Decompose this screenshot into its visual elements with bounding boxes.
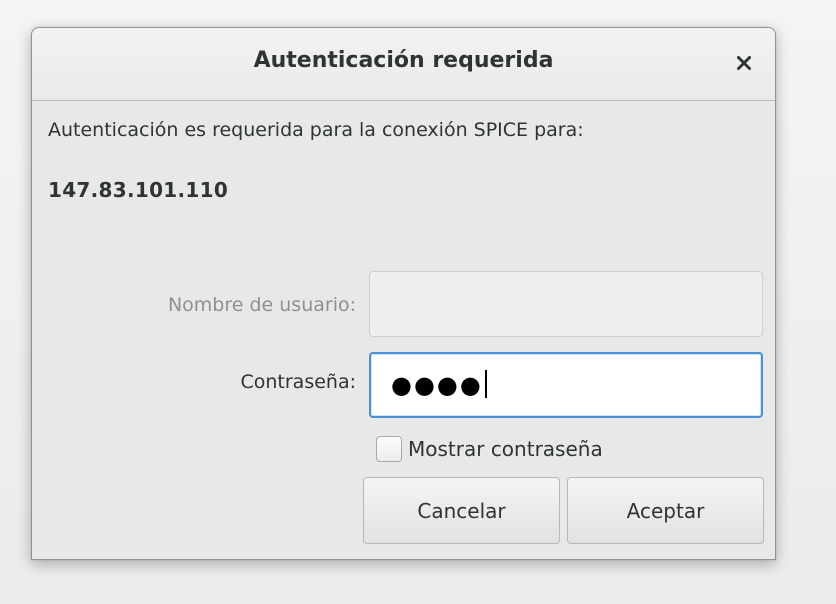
dialog-titlebar: Autenticación requerida: [32, 28, 775, 101]
authentication-dialog: Autenticación requerida Autenticación es…: [31, 27, 776, 560]
username-label: Nombre de usuario:: [167, 294, 356, 316]
username-field[interactable]: [369, 271, 763, 337]
cancel-button[interactable]: Cancelar: [363, 477, 560, 544]
text-cursor: [485, 370, 487, 398]
password-label: Contraseña:: [240, 371, 356, 393]
password-field[interactable]: ●●●●: [369, 352, 763, 418]
password-masked-value: ●●●●: [391, 371, 483, 399]
auth-message: Autenticación es requerida para la conex…: [48, 119, 584, 141]
host-address: 147.83.101.110: [48, 178, 229, 202]
show-password-label: Mostrar contraseña: [408, 437, 603, 461]
show-password-checkbox[interactable]: [376, 436, 402, 462]
dialog-title: Autenticación requerida: [253, 48, 554, 73]
close-button[interactable]: [727, 46, 761, 80]
accept-button[interactable]: Aceptar: [567, 477, 764, 544]
show-password-toggle[interactable]: Mostrar contraseña: [376, 436, 603, 462]
close-icon: [737, 56, 751, 70]
